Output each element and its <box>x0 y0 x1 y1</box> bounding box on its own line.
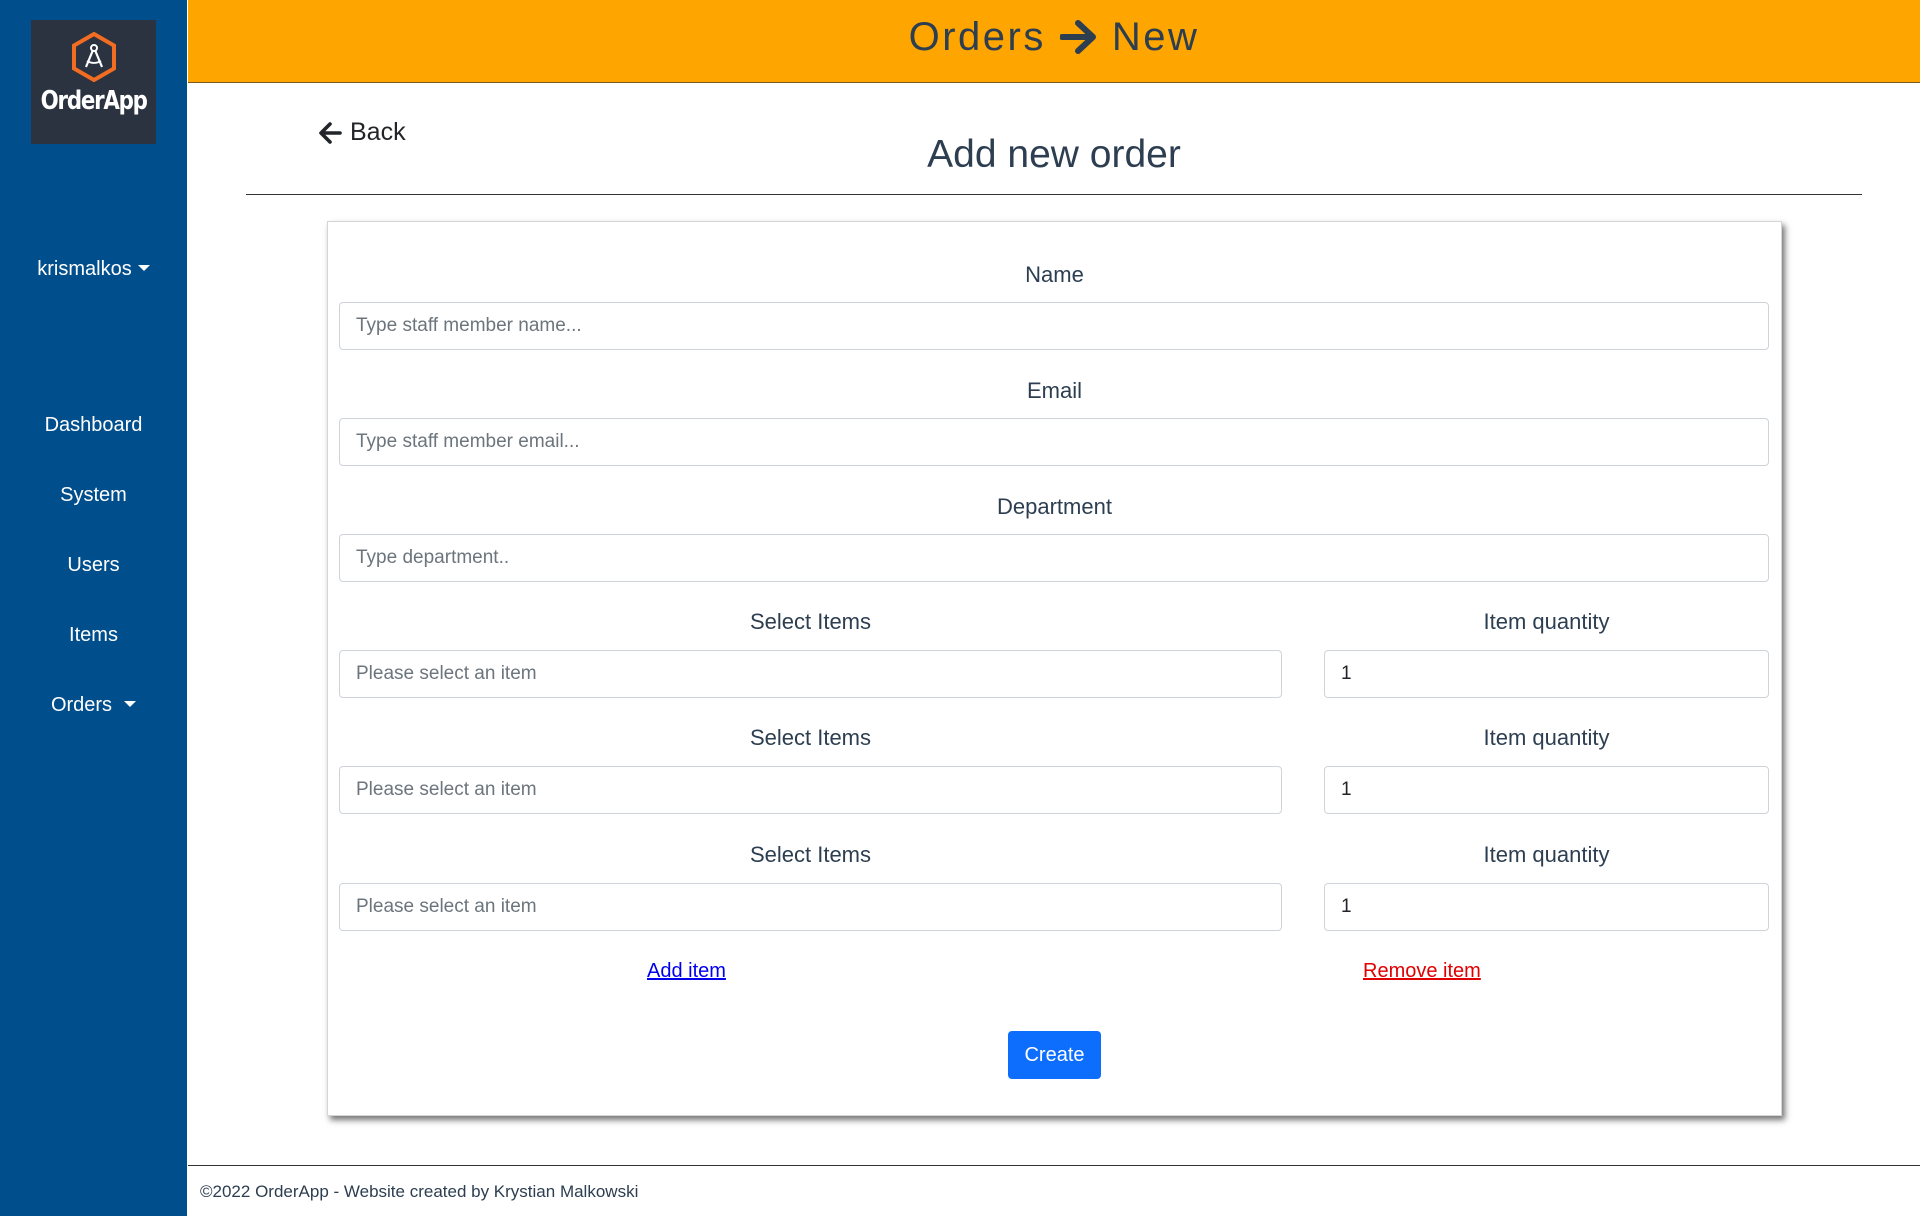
item-quantity-input[interactable] <box>1324 883 1769 931</box>
department-label: Department <box>997 494 1112 519</box>
header-section: Orders <box>908 14 1046 59</box>
sidebar-item-system[interactable]: System <box>0 480 187 550</box>
header-subsection: New <box>1111 14 1200 59</box>
arrow-right-icon <box>1059 20 1096 54</box>
email-input[interactable] <box>339 418 1769 466</box>
caret-down-icon <box>137 265 150 272</box>
create-button[interactable]: Create <box>1008 1031 1101 1079</box>
remove-item-link[interactable]: Remove item <box>1363 960 1481 983</box>
user-menu-dropdown[interactable]: krismalkos <box>0 258 187 281</box>
sidebar-item-label: Orders <box>50 694 113 716</box>
title-divider <box>246 194 1862 195</box>
item-select[interactable] <box>339 766 1282 814</box>
item-quantity-label: Item quantity <box>1483 842 1610 867</box>
footer-text: ©2022 OrderApp - Website created by Krys… <box>200 1182 639 1201</box>
logo-text: OrderApp <box>40 86 147 116</box>
department-input[interactable] <box>339 534 1769 582</box>
sidebar-item-items[interactable]: Items <box>0 620 187 690</box>
item-quantity-input[interactable] <box>1324 650 1769 698</box>
name-label: Name <box>1025 262 1084 287</box>
item-select[interactable] <box>339 883 1282 931</box>
page-title: Add new order <box>927 133 1181 176</box>
user-name: krismalkos <box>37 258 132 280</box>
app-logo[interactable]: OrderApp <box>31 20 156 144</box>
sidebar-nav: Dashboard System Users Items Orders <box>0 410 187 760</box>
email-label: Email <box>1026 378 1082 403</box>
select-items-label: Select Items <box>749 842 872 867</box>
header-breadcrumb: Orders New <box>909 15 1200 60</box>
select-items-label: Select Items <box>749 609 872 634</box>
sidebar-item-label: System <box>60 484 127 506</box>
sidebar: OrderApp krismalkos Dashboard System Use… <box>0 0 187 1216</box>
item-quantity-label: Item quantity <box>1483 609 1610 634</box>
sidebar-item-users[interactable]: Users <box>0 550 187 620</box>
page-header: Orders New <box>188 0 1920 83</box>
select-items-label: Select Items <box>749 725 872 750</box>
sidebar-item-orders[interactable]: Orders <box>0 690 187 760</box>
sidebar-item-label: Dashboard <box>44 414 143 436</box>
compass-hexagon-icon <box>71 32 116 82</box>
name-input[interactable] <box>339 302 1769 350</box>
order-form-card: Name Email Department Select Items Item … <box>327 221 1782 1116</box>
sidebar-item-label: Users <box>67 554 120 576</box>
sidebar-item-label: Items <box>69 624 118 646</box>
item-quantity-input[interactable] <box>1324 766 1769 814</box>
caret-down-icon <box>124 701 137 708</box>
sidebar-item-dashboard[interactable]: Dashboard <box>0 410 187 480</box>
footer-divider <box>188 1165 1920 1166</box>
item-quantity-label: Item quantity <box>1483 725 1610 750</box>
add-item-link[interactable]: Add item <box>647 960 726 983</box>
item-select[interactable] <box>339 650 1282 698</box>
